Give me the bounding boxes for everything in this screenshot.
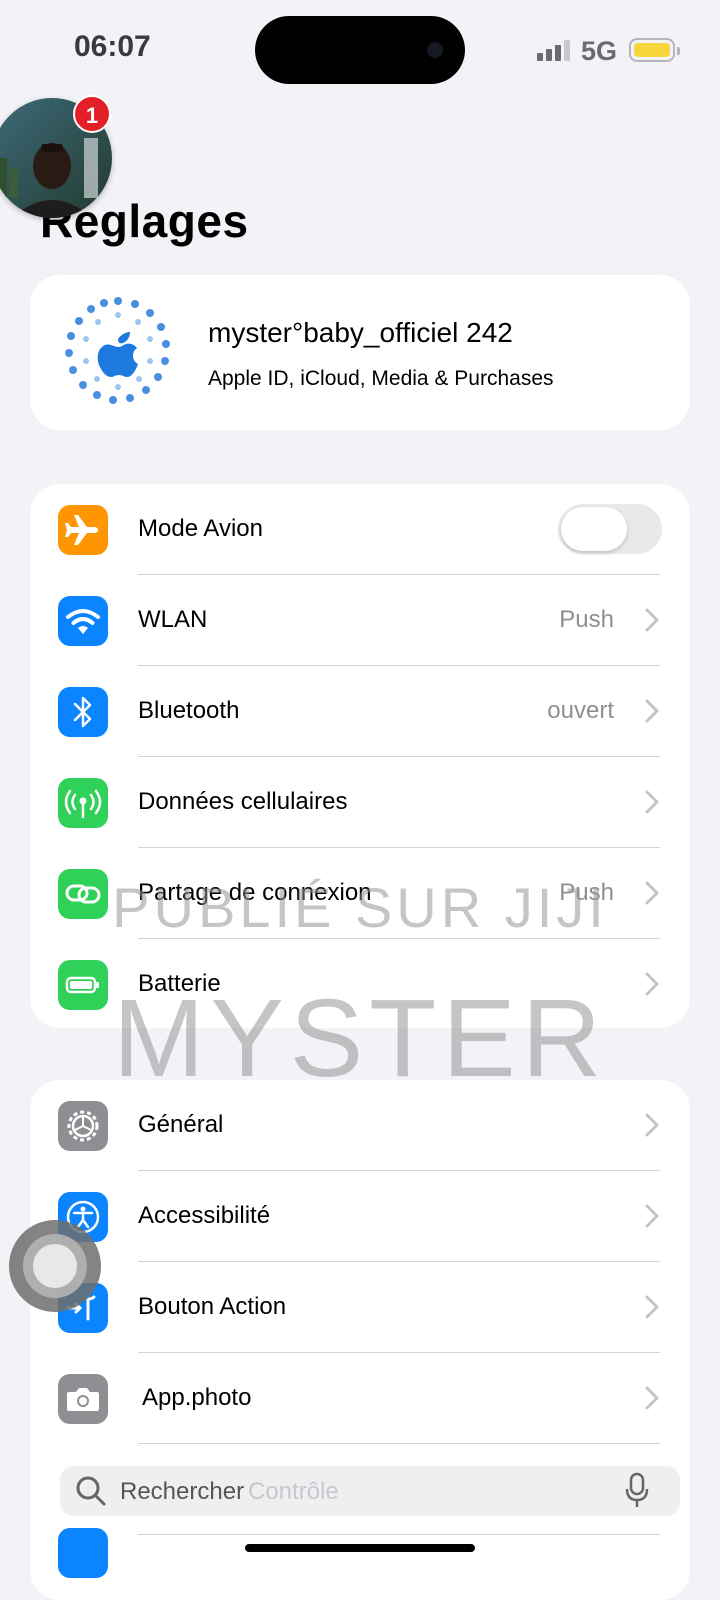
row-value: Push	[559, 879, 614, 906]
chevron-right-icon	[645, 1204, 659, 1228]
apple-logo-icon	[65, 297, 170, 404]
row-bluetooth[interactable]: Bluetooth ouvert	[30, 666, 690, 757]
airplane-icon	[58, 505, 108, 555]
camera-icon	[58, 1374, 108, 1424]
search-bar[interactable]: Rechercher Contrôle	[60, 1466, 680, 1516]
row-accessibilite[interactable]: Accessibilité	[30, 1171, 690, 1262]
chevron-right-icon	[645, 1386, 659, 1410]
cellular-signal-icon	[537, 39, 571, 61]
search-ghost-text: Contrôle	[248, 1478, 339, 1505]
row-label: Accessibilité	[138, 1202, 271, 1229]
connectivity-group: Mode Avion WLAN Push Bluetooth ouvert Do…	[30, 484, 690, 1028]
network-type: 5G	[581, 36, 618, 66]
toggle-knob	[561, 507, 627, 551]
row-label: Bluetooth	[138, 697, 240, 724]
row-label: Général	[138, 1111, 224, 1138]
row-general[interactable]: Général	[30, 1080, 690, 1171]
row-bouton-action[interactable]: Bouton Action	[30, 1262, 690, 1353]
row-partage-connexion[interactable]: Partage de connexion Push	[30, 848, 690, 939]
battery-green-icon	[58, 960, 108, 1010]
chevron-right-icon	[645, 1295, 659, 1319]
assistive-touch-button[interactable]	[9, 1220, 101, 1312]
home-indicator[interactable]	[245, 1544, 475, 1552]
microphone-icon[interactable]	[624, 1472, 650, 1510]
row-value: ouvert	[547, 697, 614, 724]
status-time: 06:07	[74, 30, 151, 63]
row-mode-avion[interactable]: Mode Avion	[30, 484, 690, 575]
dynamic-island	[255, 16, 465, 84]
airplane-mode-toggle[interactable]	[558, 504, 662, 554]
chevron-right-icon	[645, 972, 659, 996]
status-bar: 06:07 5G	[0, 0, 720, 100]
row-app-photo[interactable]: App.photo	[30, 1353, 690, 1444]
bluetooth-icon	[58, 687, 108, 737]
battery-icon	[629, 38, 680, 62]
row-label: WLAN	[138, 606, 208, 633]
row-wlan[interactable]: WLAN Push	[30, 575, 690, 666]
apple-id-card[interactable]: myster°baby_officiel 242 Apple ID, iClou…	[30, 275, 690, 430]
wifi-icon	[58, 596, 108, 646]
notification-badge: 1	[73, 95, 111, 133]
antenna-icon	[58, 778, 108, 828]
row-label: Partage de connexion	[138, 879, 372, 906]
chevron-right-icon	[645, 699, 659, 723]
search-icon	[76, 1476, 106, 1506]
chevron-right-icon	[645, 790, 659, 814]
row-value: Push	[559, 606, 614, 633]
profile-name: myster°baby_officiel 242	[208, 317, 513, 348]
row-label: Bouton Action	[138, 1293, 287, 1320]
row-label: Données cellulaires	[138, 788, 348, 815]
row-label: Mode Avion	[138, 515, 263, 542]
front-camera	[427, 42, 443, 58]
row-donnees-cellulaires[interactable]: Données cellulaires	[30, 757, 690, 848]
chevron-right-icon	[645, 881, 659, 905]
row-batterie[interactable]: Batterie	[30, 939, 690, 1028]
link-icon	[58, 869, 108, 919]
gear-icon	[58, 1101, 108, 1151]
row-label: Batterie	[138, 970, 221, 997]
chevron-right-icon	[645, 1113, 659, 1137]
search-label: Rechercher	[120, 1478, 245, 1505]
chevron-right-icon	[645, 608, 659, 632]
row-separator	[138, 1534, 660, 1535]
row-label: App.photo	[142, 1384, 252, 1411]
profile-subtitle: Apple ID, iCloud, Media & Purchases	[208, 367, 554, 390]
partial-row-icon	[58, 1528, 108, 1578]
general-group: Général Accessibilité Bouton Action App.…	[30, 1080, 690, 1600]
